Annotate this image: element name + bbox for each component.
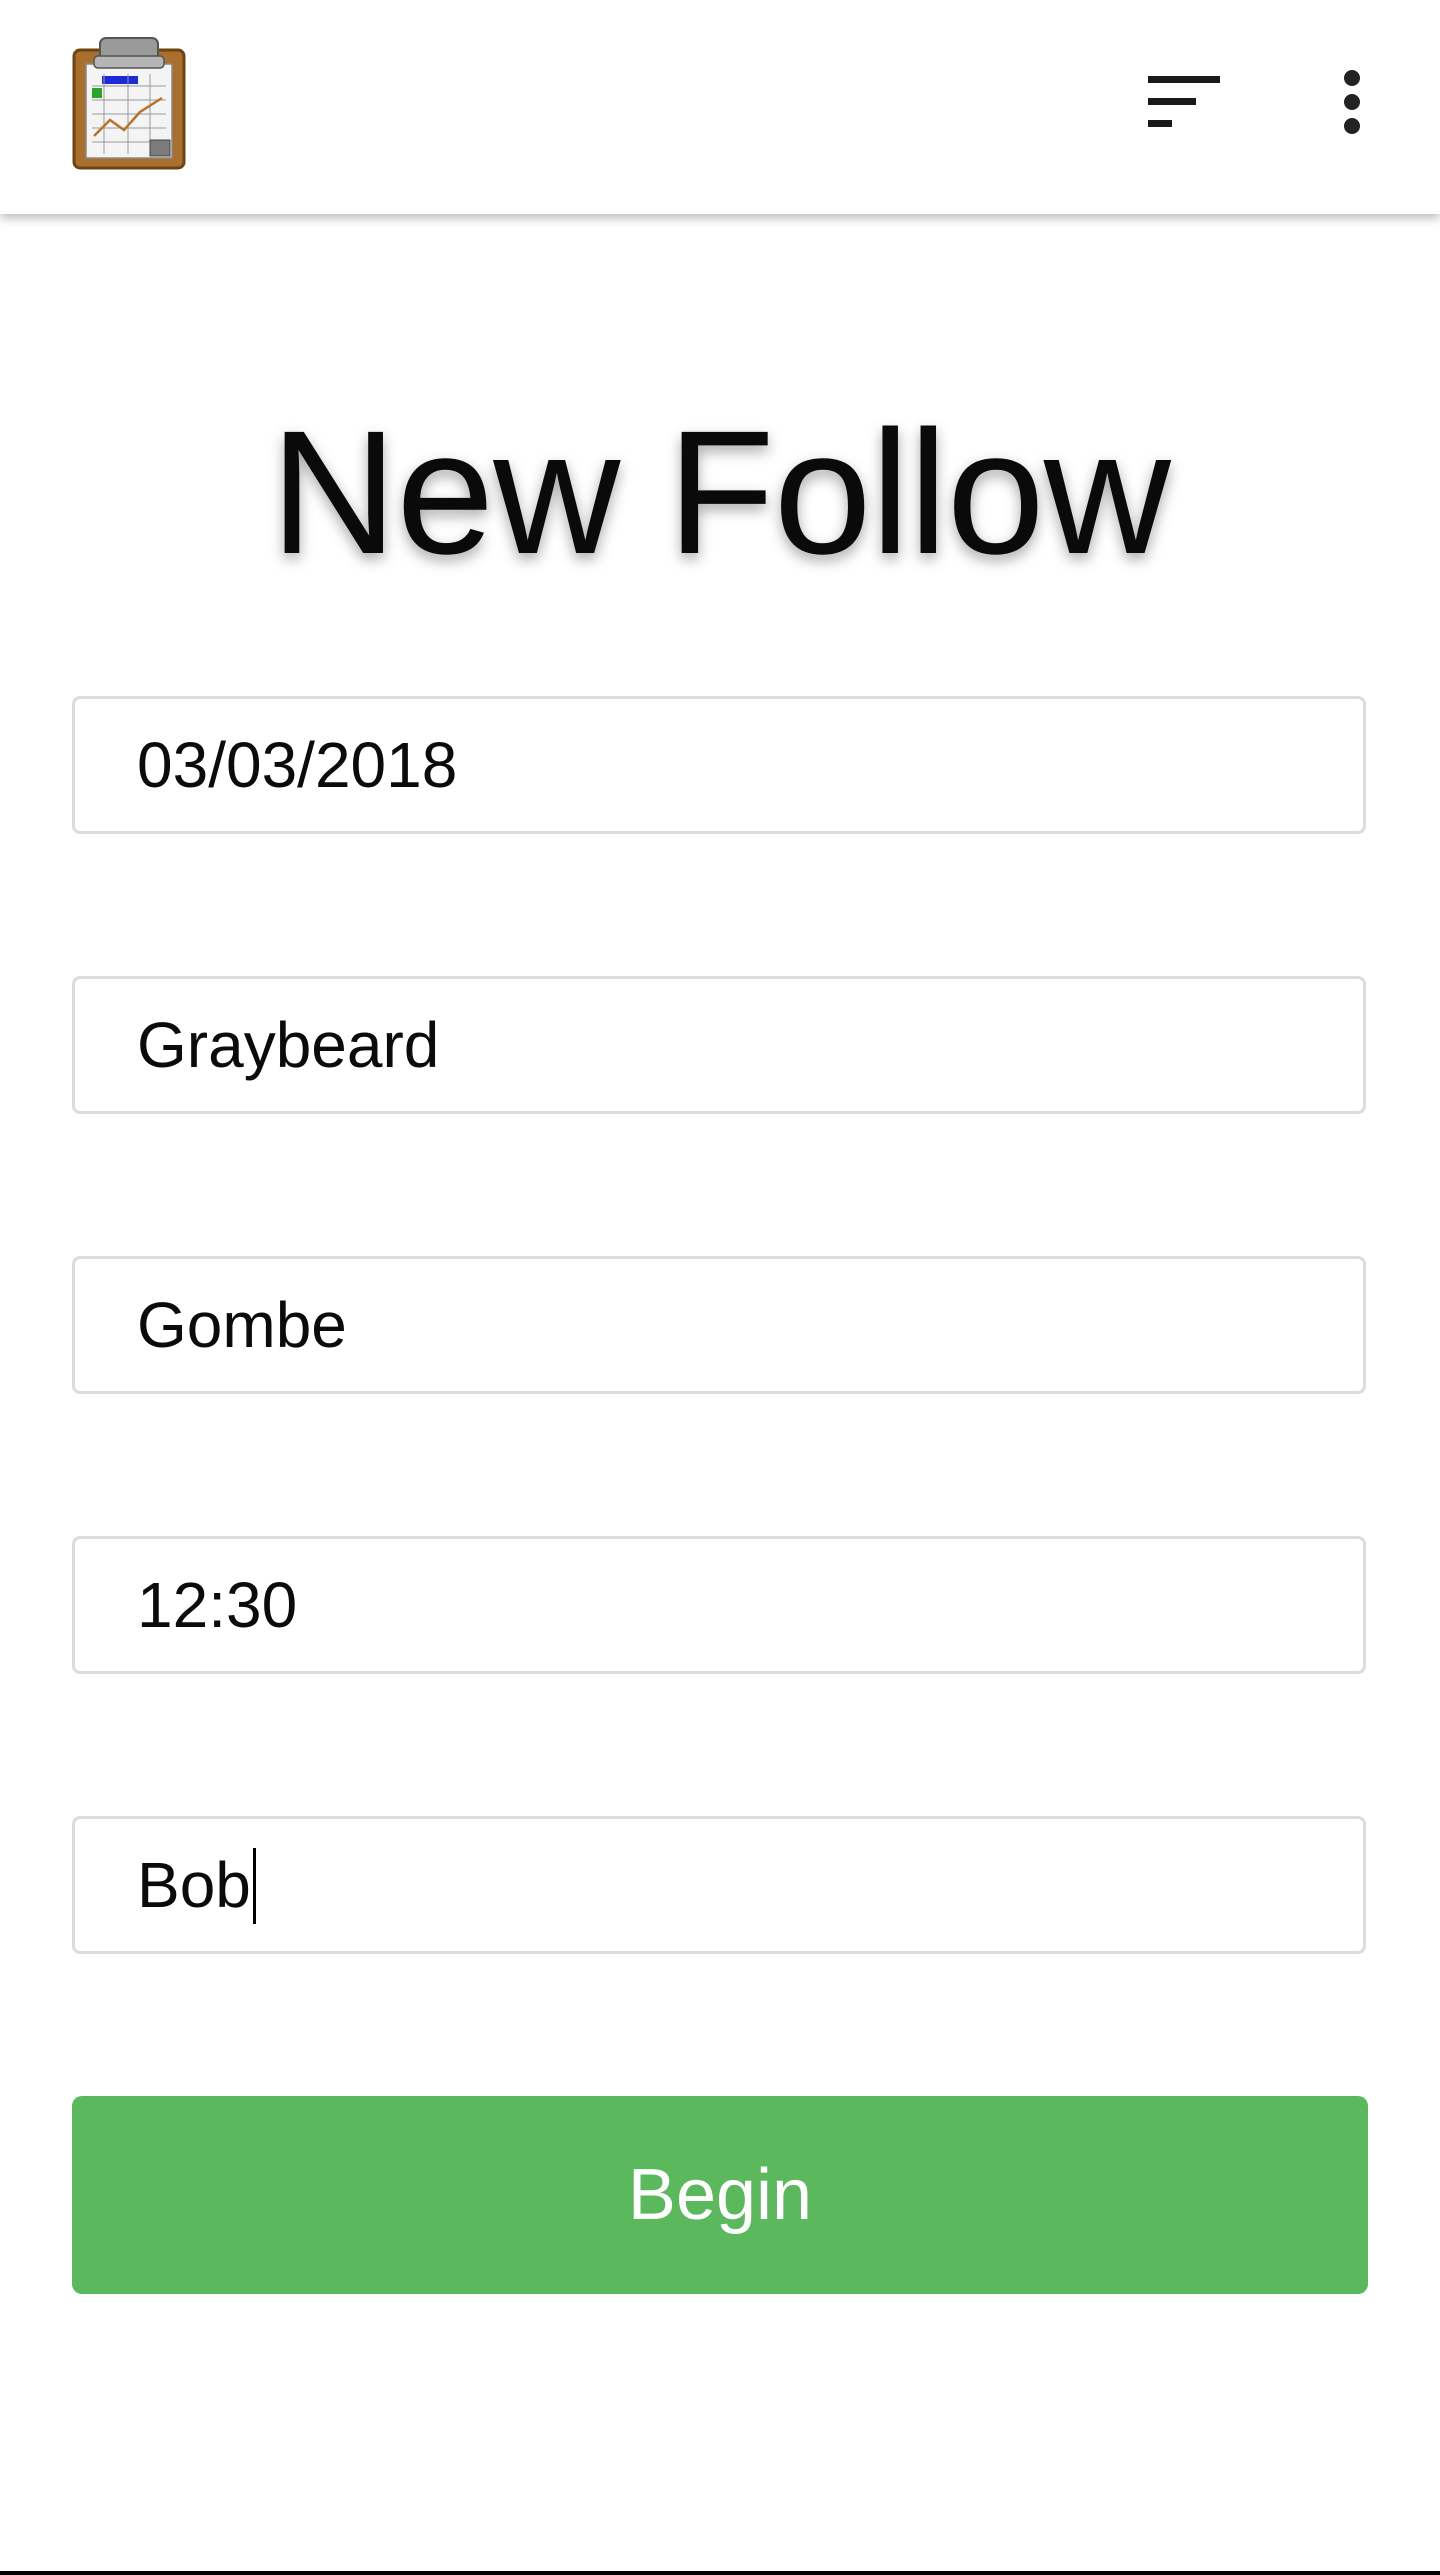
more-vert-icon xyxy=(1344,70,1360,134)
app-bar xyxy=(0,0,1440,214)
text-cursor xyxy=(252,1848,256,1924)
more-options-button[interactable] xyxy=(1316,56,1388,148)
begin-button[interactable]: Begin xyxy=(72,2096,1368,2294)
sort-icon xyxy=(1148,76,1220,127)
start-time-field[interactable] xyxy=(72,1536,1366,1674)
bottom-divider xyxy=(0,2571,1440,2575)
focal-chimp-field[interactable] xyxy=(72,976,1366,1114)
date-field[interactable] xyxy=(72,696,1366,834)
observer-field[interactable] xyxy=(72,1816,1366,1954)
community-field[interactable] xyxy=(72,1256,1366,1394)
page-title: New Follow xyxy=(270,395,1171,591)
sort-button[interactable] xyxy=(1126,64,1238,140)
clipboard-chart-icon xyxy=(72,37,186,170)
